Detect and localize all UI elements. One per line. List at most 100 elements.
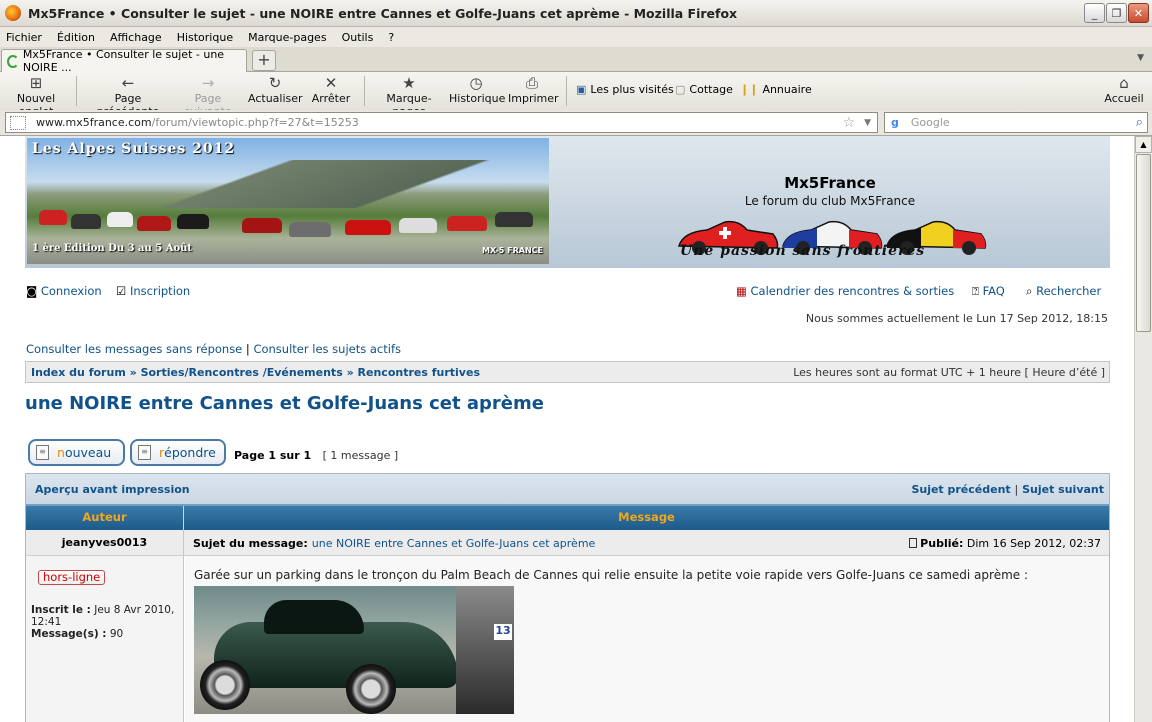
breadcrumb-forum[interactable]: Rencontres furtives <box>358 366 480 379</box>
window-titlebar: Mx5France • Consulter le sujet - une NOI… <box>0 0 1152 27</box>
site-slogan: Une passion sans frontières <box>680 243 926 259</box>
maximize-button[interactable]: ❐ <box>1106 3 1127 23</box>
joined-label: Inscrit le : <box>31 604 91 616</box>
print-button[interactable]: ⎙ Imprimer <box>508 74 559 105</box>
menu-historique[interactable]: Historique <box>177 31 233 44</box>
toolbar-divider <box>364 76 365 106</box>
print-preview-link[interactable]: Aperçu avant impression <box>35 483 190 496</box>
banner-logo: MX-5 FRANCE <box>482 246 543 255</box>
search-link[interactable]: ⌕ Rechercher <box>1026 284 1101 299</box>
post-author[interactable]: jeanyves0013 <box>26 530 184 555</box>
home-icon: ⌂ <box>1119 74 1129 92</box>
register-icon: ☑ <box>116 284 130 298</box>
firefox-logo-icon <box>5 5 21 21</box>
menu-fichier[interactable]: Fichier <box>6 31 42 44</box>
menu-edition[interactable]: Édition <box>57 31 95 44</box>
search-box[interactable]: g Google ⌕ <box>884 112 1148 133</box>
history-label: Historique <box>449 92 506 105</box>
bookmark-cottage[interactable]: ▢ Cottage <box>675 83 733 96</box>
new-tab-icon: ⊞ <box>29 74 43 92</box>
breadcrumb-category[interactable]: Sorties/Rencontres /Evénements <box>141 366 343 379</box>
search-icon[interactable]: ⌕ <box>1136 115 1143 130</box>
stop-label: Arrêter <box>311 92 351 105</box>
banner-subtitle: 1 ère Edition Du 3 au 5 Août <box>32 243 193 254</box>
column-author: Auteur <box>26 506 184 530</box>
menu-affichage[interactable]: Affichage <box>110 31 162 44</box>
topic-table: Aperçu avant impression Sujet précédent … <box>25 473 1110 722</box>
post-text: Garée sur un parking dans le tronçon du … <box>194 568 1028 582</box>
bookmark-most-visited[interactable]: ▣ Les plus visités <box>576 83 674 96</box>
breadcrumb: Index du forum » Sorties/Rencontres /Evé… <box>25 361 1110 383</box>
unanswered-link[interactable]: Consulter les messages sans réponse <box>26 342 242 356</box>
reply-button[interactable]: ≡ r épondre <box>130 439 226 466</box>
post-subject: Sujet du message: une NOIRE entre Cannes … <box>193 537 595 550</box>
login-icon: ◙ <box>26 284 41 298</box>
stop-button[interactable]: ✕ Arrêter <box>310 74 352 105</box>
author-profile: hors-ligne Inscrit le : Jeu 8 Avr 2010, … <box>26 556 184 722</box>
post-header-row: jeanyves0013 Sujet du message: une NOIRE … <box>26 530 1109 556</box>
new-topic-button[interactable]: ≡ n ouveau <box>28 439 125 466</box>
site-title: Mx5France <box>784 174 876 192</box>
post-subject-link[interactable]: une NOIRE entre Cannes et Golfe-Juans ce… <box>312 537 596 550</box>
car-wheel-front <box>200 660 250 710</box>
faq-link[interactable]: ⍰ FAQ <box>972 284 1005 299</box>
tab-active[interactable]: Mx5France • Consulter le sujet - une NOI… <box>1 48 247 74</box>
window-title: Mx5France • Consulter le sujet - une NOI… <box>28 5 738 21</box>
faq-icon: ⍰ <box>972 284 983 298</box>
topic-title[interactable]: une NOIRE entre Cannes et Golfe-Juans ce… <box>25 393 544 414</box>
address-bar[interactable]: www.mx5france.com/forum/viewtopic.php?f=… <box>5 112 878 133</box>
post-photo[interactable]: 13 <box>194 586 514 714</box>
reload-button[interactable]: ↻ Actualiser <box>248 74 303 105</box>
url-host: www.mx5france.com <box>36 116 152 129</box>
reload-label: Actualiser <box>248 92 303 105</box>
history-clock-icon: ◷ <box>469 74 483 92</box>
login-link[interactable]: ◙ Connexion <box>26 284 102 298</box>
search-link-icon: ⌕ <box>1026 284 1037 298</box>
tab-list-icon[interactable]: ▼ <box>1137 53 1144 63</box>
minimize-button[interactable]: _ <box>1084 3 1105 23</box>
bookmark-annuaire[interactable]: ❙❙ Annuaire <box>740 83 812 96</box>
post-icon[interactable] <box>909 538 918 548</box>
breadcrumb-index[interactable]: Index du forum <box>31 366 126 379</box>
close-button[interactable]: ✕ <box>1128 3 1149 23</box>
toolbar-divider <box>76 76 77 106</box>
new-tab-button[interactable]: + <box>252 50 276 71</box>
next-topic-link[interactable]: Sujet suivant <box>1022 483 1104 496</box>
url-path: /forum/viewtopic.php?f=27&t=15253 <box>151 116 359 129</box>
new-topic-icon: ≡ <box>36 445 49 460</box>
tab-bar: Mx5France • Consulter le sujet - une NOI… <box>0 47 1152 74</box>
vertical-scrollbar[interactable]: ▲ <box>1134 136 1152 722</box>
history-dropdown-icon[interactable]: ▼ <box>864 118 871 128</box>
post-date: Publié: Dim 16 Sep 2012, 02:37 <box>909 537 1101 550</box>
history-button[interactable]: ◷ Historique <box>449 74 506 105</box>
forward-arrow-icon: → <box>201 74 215 92</box>
post-subject-label: Sujet du message: <box>193 537 308 550</box>
banner-title: Les Alpes Suisses 2012 <box>32 141 236 157</box>
most-visited-icon: ▣ <box>576 83 587 96</box>
post-date-value: Dim 16 Sep 2012, 02:37 <box>966 537 1101 550</box>
breadcrumb-separator: » <box>346 366 354 379</box>
current-date: Nous sommes actuellement le Lun 17 Sep 2… <box>805 312 1108 325</box>
previous-topic-link[interactable]: Sujet précédent <box>911 483 1010 496</box>
google-engine-icon[interactable]: g <box>891 116 899 129</box>
reply-icon: ≡ <box>138 445 151 460</box>
bookmark-star-icon[interactable]: ☆ <box>842 115 855 131</box>
column-headers: Auteur Message <box>26 504 1109 530</box>
top-links: ◙ Connexion ☑ Inscription ▦ Calendrier d… <box>26 284 1110 300</box>
calendar-link[interactable]: ▦ Calendrier des rencontres & sorties <box>736 284 954 298</box>
messages-label: Message(s) : <box>31 628 107 640</box>
menu-help[interactable]: ? <box>388 31 394 44</box>
reload-icon: ↻ <box>268 74 282 92</box>
home-button[interactable]: ⌂ Accueil <box>1102 74 1146 105</box>
register-link[interactable]: ☑ Inscription <box>116 284 190 298</box>
site-identity-icon[interactable] <box>10 115 26 130</box>
breadcrumb-separator: » <box>129 366 137 379</box>
active-topics-link[interactable]: Consulter les sujets actifs <box>253 342 401 356</box>
scroll-thumb[interactable] <box>1136 154 1151 332</box>
scroll-up-icon[interactable]: ▲ <box>1135 136 1152 153</box>
view-links-separator: | <box>245 342 250 356</box>
menu-outils[interactable]: Outils <box>342 31 374 44</box>
menu-marque-pages[interactable]: Marque-pages <box>248 31 326 44</box>
motorbike <box>456 586 514 714</box>
url-row: www.mx5france.com/forum/viewtopic.php?f=… <box>0 110 1152 136</box>
